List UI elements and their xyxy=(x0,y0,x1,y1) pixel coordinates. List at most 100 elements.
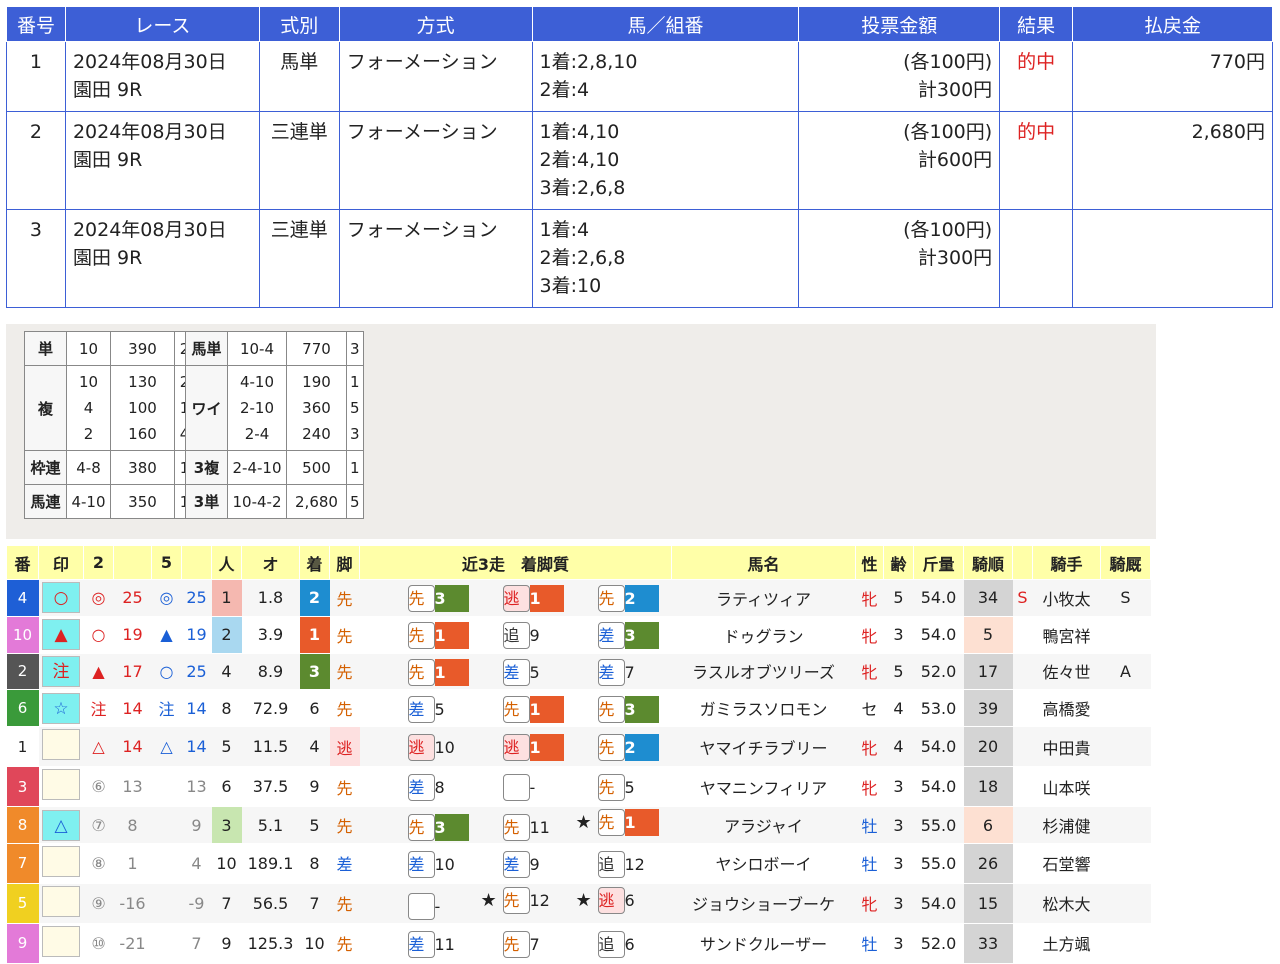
prediction-mark-cell[interactable]: ☆ xyxy=(38,689,84,728)
popularity: 1 xyxy=(211,579,242,617)
popularity: 8 xyxy=(211,689,242,728)
race-finish: 11 xyxy=(434,934,455,954)
prediction-mark[interactable]: ▲ xyxy=(42,619,80,651)
horse-name[interactable]: アラジャイ xyxy=(671,806,856,844)
bet-row: 3 2024年08月30日 園田 9R 三連単 フォーメーション 1着:4 2着:2,6,8… xyxy=(6,209,1273,308)
entry-row[interactable]: 4 ○ ◎ 25 ◎ 25 1 1.8 2 先先 3 逃 1 先 2 ラティツィア牝 5 54.0 34 S 小牧太 S xyxy=(6,579,1151,617)
bet-method: フォーメーション xyxy=(338,209,533,308)
jockey-name[interactable]: 土方颯 xyxy=(1032,923,1101,964)
weight-carried: 52.0 xyxy=(913,653,964,691)
entry-row[interactable]: 1 △ 14 △ 14 5 11.5 4 逃逃 10 逃 1 先 2 ヤマイチラブリー牝 4 54.0 20 中田貴 xyxy=(6,726,1151,768)
race-finish: 5 xyxy=(529,662,540,682)
prediction-mark-cell[interactable] xyxy=(38,923,84,964)
c2-value: 14 xyxy=(113,726,152,768)
race-style-badge: 先 xyxy=(407,814,435,842)
c5-value: 13 xyxy=(181,766,212,808)
jockey-name[interactable]: 石堂響 xyxy=(1032,843,1101,884)
race-style-badge: 差 xyxy=(407,773,435,801)
entry-row[interactable]: 8 △ ⑦ 8 9 3 5.1 5 先先 3 先 11 ★ 先 1 アラジャイ牡 3 55.0 6 杉浦健 xyxy=(6,806,1151,844)
entry-row[interactable]: 6 ☆ 注 14 注 14 8 72.9 6 先差 5 先 1 先 3 ガミラスソロモンセ 4 53.0 39 高橋愛 xyxy=(6,689,1151,728)
payout-row: 馬連4-103501 xyxy=(24,484,195,519)
horse-name[interactable]: ジョウショーブーケ xyxy=(671,883,856,924)
prediction-mark[interactable] xyxy=(42,925,80,957)
payout-amounts: 130 100 160 xyxy=(110,365,175,451)
unit-amount: (各100円) xyxy=(903,219,993,241)
prediction-mark[interactable]: 注 xyxy=(42,655,80,687)
payout-value: 100 xyxy=(128,399,157,417)
jockey-name[interactable]: 杉浦健 xyxy=(1032,806,1101,844)
prediction-mark[interactable] xyxy=(42,845,80,877)
prediction-mark[interactable]: ☆ xyxy=(42,692,80,724)
prediction-mark-cell[interactable]: △ xyxy=(38,806,84,844)
horse-name[interactable]: ヤシロボーイ xyxy=(671,843,856,884)
horse-name[interactable]: ガミラスソロモン xyxy=(671,689,856,728)
bet-header-cell: 払戻金 xyxy=(1072,6,1273,42)
prediction-mark[interactable] xyxy=(42,769,80,801)
c2-mark: ⑨ xyxy=(83,883,114,924)
recent-race: 逃1 xyxy=(481,585,564,613)
gate-number: 4 xyxy=(6,579,39,617)
weight-carried: 54.0 xyxy=(913,616,964,654)
c2-mark: ⑦ xyxy=(83,806,114,844)
prediction-mark-cell[interactable] xyxy=(38,843,84,884)
prediction-mark[interactable] xyxy=(42,729,80,761)
bet-table-header: 番号 レース 式別 方式 馬／組番 投票金額 結果 払戻金 xyxy=(6,6,1273,42)
jockey-name[interactable]: 小牧太 xyxy=(1032,579,1101,617)
horse-name[interactable]: サンドクルーザー xyxy=(671,923,856,964)
entries-header-name: 馬名 xyxy=(671,545,856,580)
horse-name[interactable]: ヤマニンフィリア xyxy=(671,766,856,808)
horse-name[interactable]: ラティツィア xyxy=(671,579,856,617)
jockey-name[interactable]: 松木大 xyxy=(1032,883,1101,924)
recent-race: 差9 xyxy=(481,850,564,878)
entry-row[interactable]: 10 ▲ ○ 19 ▲ 19 2 3.9 1 先先 1 追 9 差 3 ドゥグラン牝 3 54.0 5 鴨宮祥 xyxy=(6,616,1151,654)
prediction-mark[interactable] xyxy=(42,885,80,917)
c5-value: 7 xyxy=(181,923,212,964)
horse-name[interactable]: ドゥグラン xyxy=(671,616,856,654)
c5-mark: ◎ xyxy=(151,579,182,617)
c2-value: -21 xyxy=(113,923,152,964)
running-style: 先 xyxy=(329,653,360,691)
payout-row: 馬単 10-4 770 3 xyxy=(185,331,364,366)
popularity: 10 xyxy=(211,843,242,884)
total-amount: 計300円 xyxy=(917,79,993,101)
entry-row[interactable]: 5 ⑨ -16 -9 7 56.5 7 先 - ★ 先 12 ★ 逃 6 ジョウショーブーケ牝 3 54.0 15 松… xyxy=(6,883,1151,924)
star-icon: ★ xyxy=(575,890,592,912)
jockey-name[interactable]: 佐々世 xyxy=(1032,653,1101,691)
prediction-mark[interactable]: ○ xyxy=(42,582,80,614)
entry-row[interactable]: 3 ⑥ 13 13 6 37.5 9 先差 8- 先 5 ヤマニンフィリア牝 3 54.0 18 山本咲 xyxy=(6,766,1151,808)
jockey-rank: 20 xyxy=(963,726,1013,768)
race-finish: 10 xyxy=(434,854,455,874)
bet-header-cell: 馬／組番 xyxy=(531,6,800,42)
payout-value: 4-10 xyxy=(239,373,275,391)
entry-row[interactable]: 7 ⑧ 1 4 10 189.1 8 差差 10 差 9 追 12 ヤシロボーイ牡 3 55.0 26 石堂響 xyxy=(6,843,1151,884)
horse-name[interactable]: ヤマイチラブリー xyxy=(671,726,856,768)
gate-number: 6 xyxy=(6,689,39,728)
race-style-badge: 先 xyxy=(597,808,625,836)
c2-mark: ○ xyxy=(83,616,114,654)
payout-value: 240 xyxy=(302,425,331,443)
race-style-badge: 差 xyxy=(502,850,530,878)
entry-row[interactable]: 2 注 ▲ 17 ○ 25 4 8.9 3 先先 1 差 5 差 7 ラスルオブツリーズ牝 5 52.0 17 佐々世… xyxy=(6,653,1151,691)
prediction-mark-cell[interactable] xyxy=(38,766,84,808)
recent-race: 先2 xyxy=(576,733,659,761)
entry-row[interactable]: 9 ⑩ -21 7 9 125.3 10 先差 11 先 7 追 6 サンドクルーザー牡 3 52.0 33 土方… xyxy=(6,923,1151,964)
horse-name[interactable]: ラスルオブツリーズ xyxy=(671,653,856,691)
payout-amounts: 500 xyxy=(286,450,347,485)
c2-value: -16 xyxy=(113,883,152,924)
prediction-mark-cell[interactable]: ○ xyxy=(38,579,84,617)
prediction-mark[interactable]: △ xyxy=(42,809,80,841)
jockey-name[interactable]: 中田貴 xyxy=(1032,726,1101,768)
prediction-mark-cell[interactable]: ▲ xyxy=(38,616,84,654)
prediction-mark-cell[interactable] xyxy=(38,883,84,924)
bet-header-cell: レース xyxy=(64,6,260,42)
jockey-name[interactable]: 高橋愛 xyxy=(1032,689,1101,728)
jockey-trainer: A xyxy=(1100,653,1151,691)
jockey-name[interactable]: 鴨宮祥 xyxy=(1032,616,1101,654)
jockey-name[interactable]: 山本咲 xyxy=(1032,766,1101,808)
bet-payout: 770円 xyxy=(1072,41,1273,112)
prediction-mark-cell[interactable] xyxy=(38,726,84,768)
weight-carried: 52.0 xyxy=(913,923,964,964)
prediction-mark-cell[interactable]: 注 xyxy=(38,653,84,691)
recent-race: 先3 xyxy=(386,585,469,613)
race-finish: 3 xyxy=(434,814,469,842)
